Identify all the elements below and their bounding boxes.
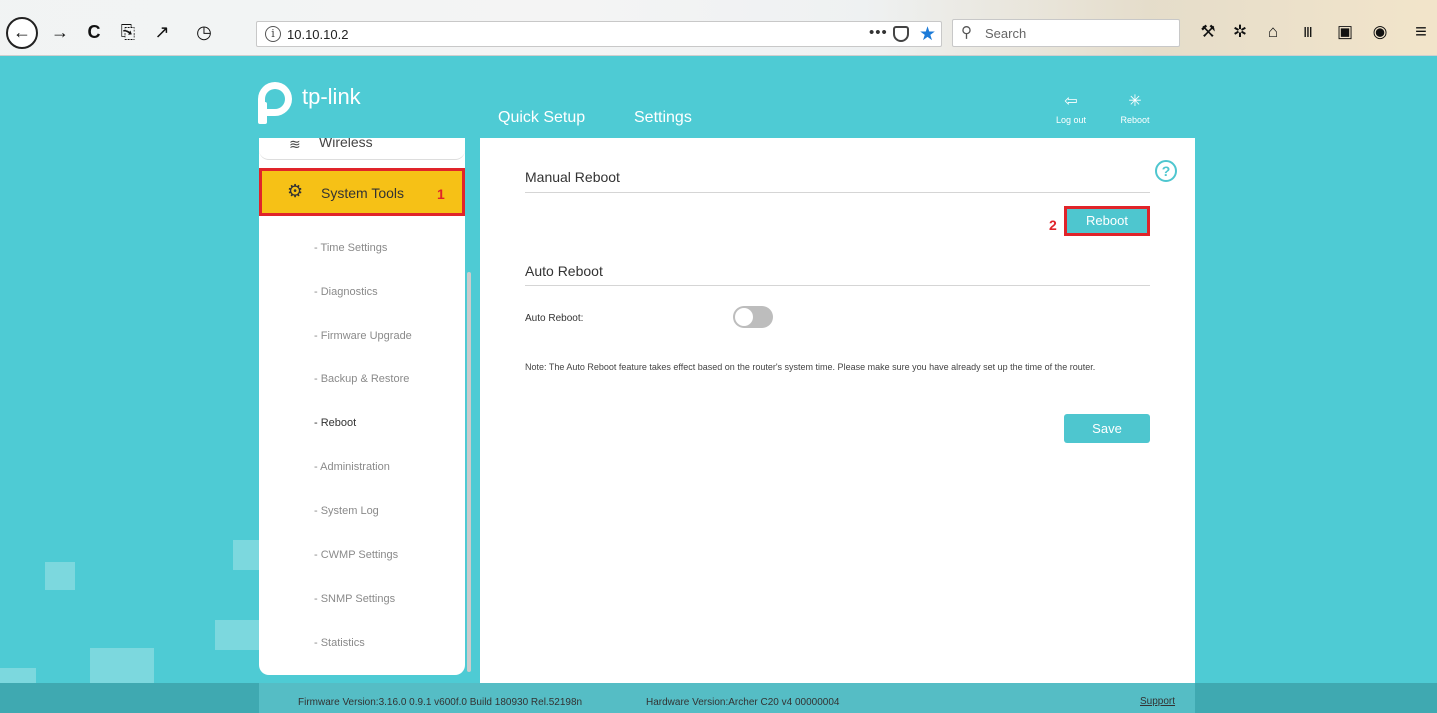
- home-icon[interactable]: ⌂: [1262, 21, 1284, 43]
- auto-reboot-label: Auto Reboot:: [525, 313, 584, 324]
- settings-icon[interactable]: ✲: [1229, 21, 1251, 43]
- logo-stem-icon: [258, 102, 267, 124]
- site-info-icon[interactable]: i: [265, 26, 281, 42]
- reboot-label: Reboot: [1120, 115, 1150, 125]
- auto-reboot-note: Note: The Auto Reboot feature takes effe…: [525, 362, 1096, 372]
- save-button[interactable]: Save: [1064, 414, 1150, 443]
- url-text[interactable]: 10.10.10.2: [287, 27, 348, 42]
- bookmark-star-icon[interactable]: ★: [919, 23, 936, 46]
- library-icon[interactable]: Ⅲ: [1297, 21, 1319, 43]
- sidebar-item-reboot[interactable]: - Reboot: [314, 417, 356, 429]
- logout-button[interactable]: ⇦ Log out: [1049, 93, 1093, 126]
- auto-reboot-title: Auto Reboot: [525, 263, 603, 279]
- logo-text: tp-link: [302, 84, 361, 109]
- sidebar-item-label: System Tools: [321, 185, 404, 201]
- sidebar-item-wireless[interactable]: ≋ Wireless: [259, 138, 465, 160]
- firmware-version: Firmware Version:3.16.0 0.9.1 v600f.0 Bu…: [298, 697, 583, 708]
- help-icon[interactable]: ?: [1155, 160, 1177, 182]
- search-bar[interactable]: ⚲ Search: [952, 19, 1180, 47]
- menu-icon[interactable]: ≡: [1410, 21, 1432, 43]
- sidebar-item-time-settings[interactable]: - Time Settings: [314, 242, 387, 254]
- toggle-knob: [735, 308, 753, 326]
- search-input[interactable]: Search: [985, 26, 1026, 41]
- background-decoration: [45, 562, 75, 590]
- screenshot-button[interactable]: ⎘: [116, 20, 140, 44]
- annotation-number-1: 1: [437, 186, 445, 202]
- back-button[interactable]: ←: [6, 17, 38, 49]
- support-link[interactable]: Support: [1140, 696, 1175, 707]
- sidebar-item-backup-restore[interactable]: - Backup & Restore: [314, 373, 409, 385]
- logout-icon: ⇦: [1064, 93, 1078, 110]
- sidebar-scrollbar[interactable]: [467, 272, 471, 672]
- sidebar-item-snmp-settings[interactable]: - SNMP Settings: [314, 593, 395, 605]
- manual-reboot-title: Manual Reboot: [525, 169, 620, 185]
- history-button[interactable]: ◷: [192, 20, 216, 44]
- sidebar-item-system-tools[interactable]: ⚙ System Tools 1: [259, 168, 465, 216]
- fullscreen-button[interactable]: ↗: [150, 20, 174, 44]
- background-decoration: [233, 540, 259, 570]
- page-actions-button[interactable]: •••: [869, 24, 888, 41]
- sidebar-item-statistics[interactable]: - Statistics: [314, 637, 365, 649]
- wrench-icon[interactable]: ⚒: [1197, 21, 1219, 43]
- logout-label: Log out: [1055, 115, 1087, 125]
- reboot-button[interactable]: Reboot: [1064, 206, 1150, 236]
- sidebar-icon[interactable]: ▣: [1334, 21, 1356, 43]
- header-reboot-button[interactable]: ✳ Reboot: [1113, 93, 1157, 126]
- account-icon[interactable]: ◉: [1369, 21, 1391, 43]
- forward-button[interactable]: →: [48, 20, 72, 44]
- sidebar-item-cwmp-settings[interactable]: - CWMP Settings: [314, 549, 398, 561]
- auto-reboot-toggle[interactable]: [733, 306, 773, 328]
- reload-button[interactable]: C: [82, 20, 106, 44]
- section-divider: [525, 192, 1150, 193]
- background-decoration: [215, 620, 259, 650]
- footer: Firmware Version:3.16.0 0.9.1 v600f.0 Bu…: [0, 683, 1437, 713]
- tab-quick-setup[interactable]: Quick Setup: [498, 109, 585, 127]
- url-bar[interactable]: i 10.10.10.2 ••• ★: [256, 21, 942, 47]
- main-content: Manual Reboot ? 2 Reboot Auto Reboot Aut…: [480, 138, 1195, 683]
- gear-icon: ⚙: [287, 181, 304, 201]
- reboot-icon: ✳: [1128, 93, 1142, 110]
- sidebar-menu: ≋ Wireless ⚙ System Tools 1 - Time Setti…: [259, 138, 465, 675]
- browser-toolbar: ← → C ⎘ ↗ ◷ i 10.10.10.2 ••• ★ ⚲ Search …: [0, 0, 1437, 56]
- search-icon: ⚲: [961, 24, 972, 41]
- hardware-version: Hardware Version:Archer C20 v4 00000004: [646, 697, 840, 708]
- sidebar-item-system-log[interactable]: - System Log: [314, 505, 379, 517]
- annotation-number-2: 2: [1049, 217, 1057, 233]
- sidebar-item-administration[interactable]: - Administration: [314, 461, 390, 473]
- tab-settings[interactable]: Settings: [634, 109, 692, 127]
- section-divider: [525, 285, 1150, 286]
- sidebar-item-firmware-upgrade[interactable]: - Firmware Upgrade: [314, 330, 412, 342]
- sidebar-item-diagnostics[interactable]: - Diagnostics: [314, 286, 378, 298]
- pocket-icon[interactable]: [893, 26, 909, 42]
- wireless-icon: ≋: [289, 138, 301, 152]
- sidebar-item-label: Wireless: [319, 138, 373, 150]
